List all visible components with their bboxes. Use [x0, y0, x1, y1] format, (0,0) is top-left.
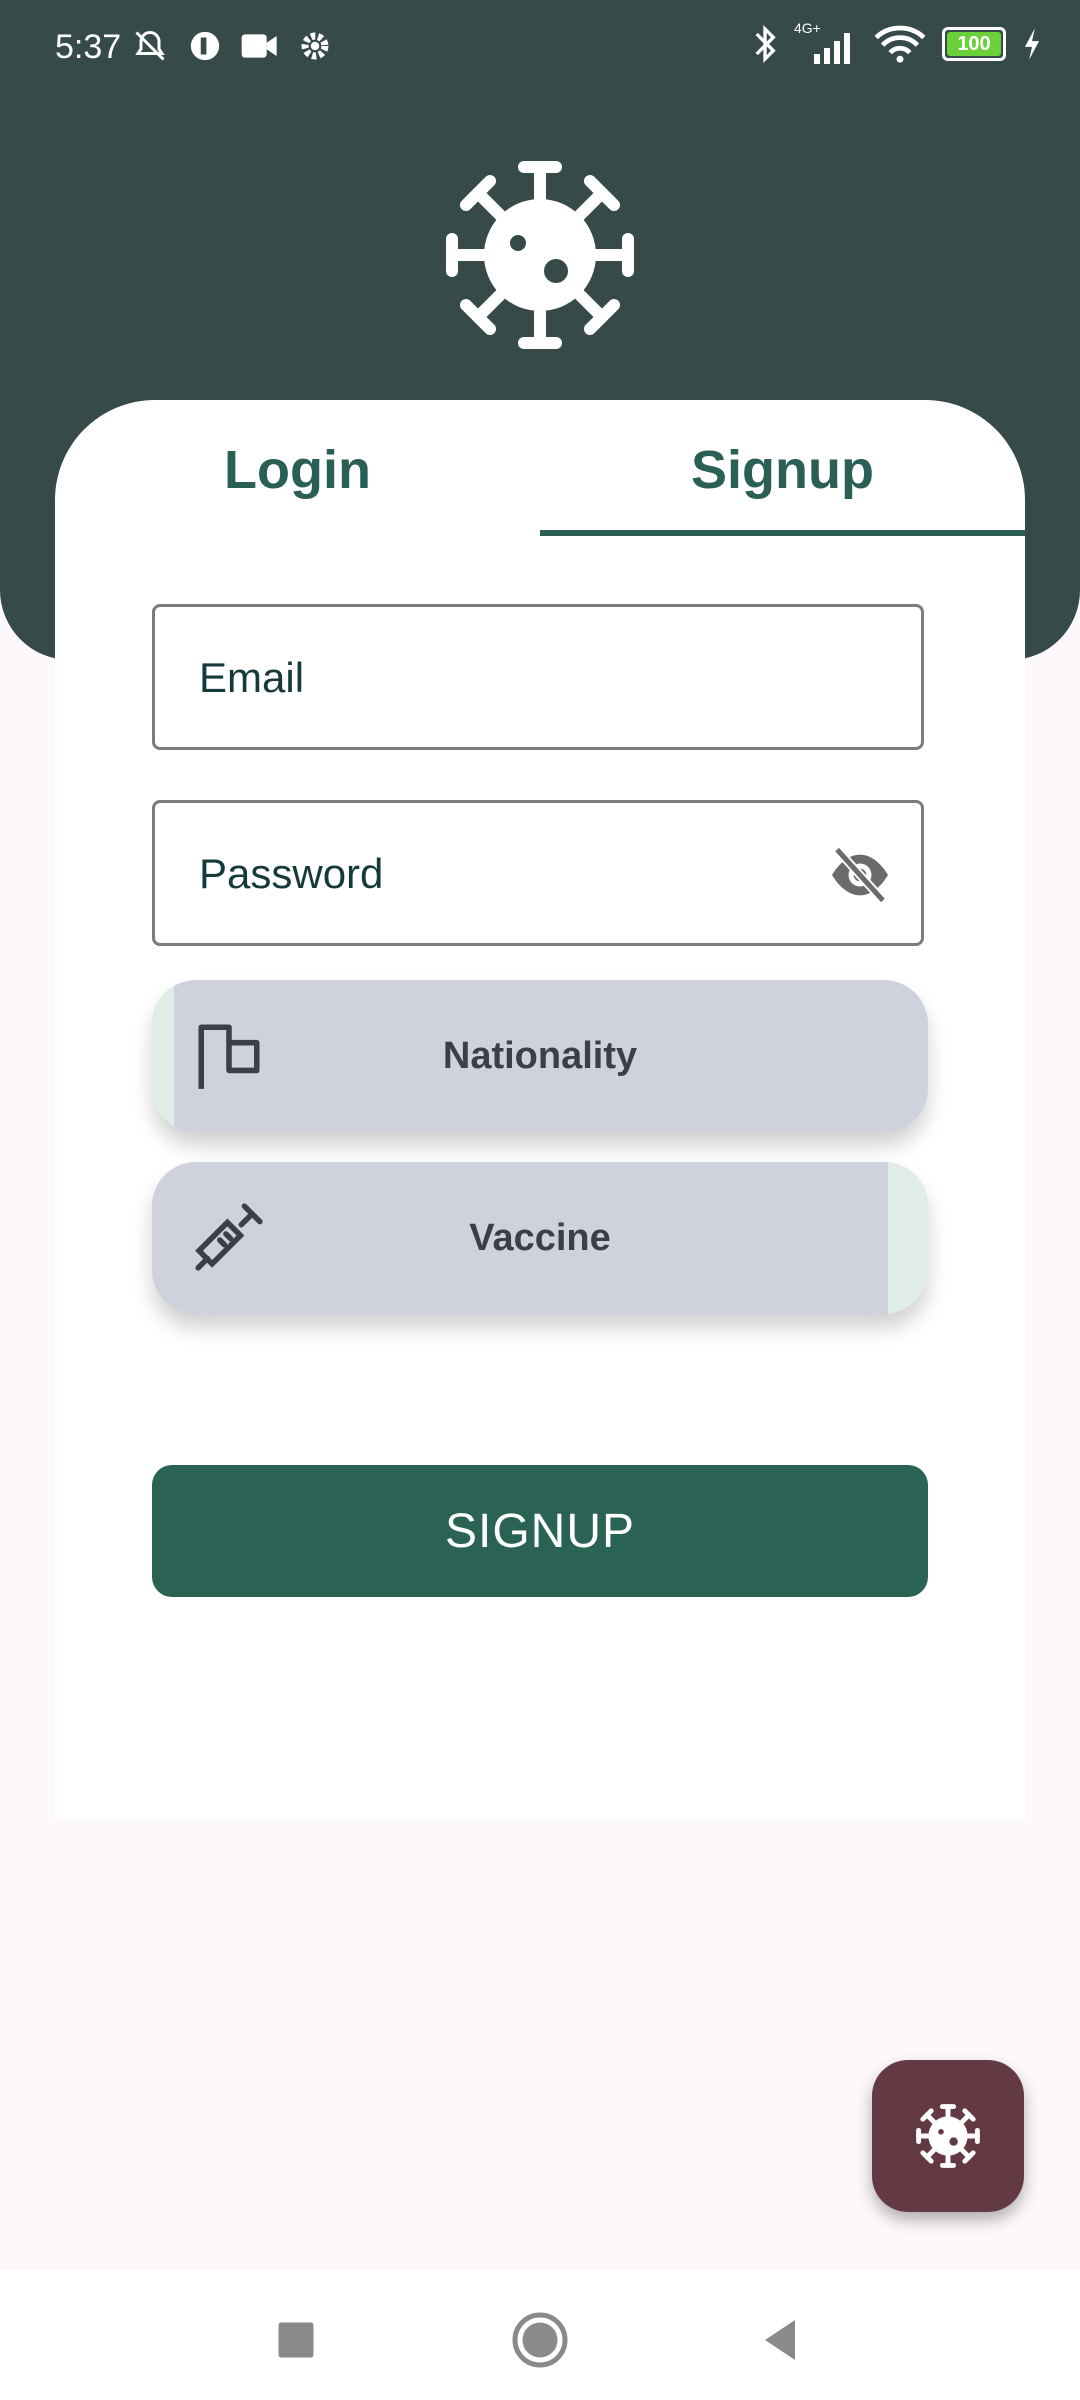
vaccine-label: Vaccine: [469, 1216, 611, 1259]
mute-icon: [135, 30, 165, 61]
auth-card: Login Signup Nationality: [55, 400, 1025, 1820]
battery-indicator: 100: [942, 27, 1006, 61]
status-right-icons: 4G+ 100: [752, 20, 1042, 64]
password-input[interactable]: [197, 803, 821, 945]
floating-action-button[interactable]: [872, 2060, 1024, 2212]
nationality-button[interactable]: Nationality: [152, 980, 928, 1132]
email-field[interactable]: [152, 604, 924, 750]
signup-button[interactable]: SIGNUP: [152, 1465, 928, 1597]
vaccine-button[interactable]: Vaccine: [152, 1162, 928, 1314]
tab-indicator: [540, 530, 1025, 536]
password-field[interactable]: [152, 800, 924, 946]
tab-signup[interactable]: Signup: [540, 400, 1025, 540]
charging-icon: [1024, 28, 1040, 60]
signal-icon: [814, 33, 850, 64]
email-input[interactable]: [197, 607, 821, 749]
back-icon[interactable]: [750, 2310, 810, 2370]
virus-logo-icon: [446, 161, 634, 349]
bluetooth-icon: [755, 24, 776, 64]
battery-level: 100: [957, 32, 991, 55]
status-left-icons: [130, 28, 332, 64]
nationality-label: Nationality: [442, 1034, 638, 1077]
status-time: 5:37: [55, 28, 122, 66]
virus-icon: [916, 2104, 980, 2168]
settings-icon: [301, 32, 329, 60]
recents-icon[interactable]: [266, 2310, 326, 2370]
navigation-bar: [0, 2270, 1080, 2400]
wifi-icon: [874, 25, 926, 63]
signal-group: 4G+: [794, 20, 858, 64]
home-icon[interactable]: [510, 2310, 570, 2370]
tab-login[interactable]: Login: [55, 400, 540, 540]
app-icon: [190, 31, 220, 61]
auth-tabs: Login Signup: [55, 400, 1025, 540]
status-bar: 5:37 4G+ 100: [0, 0, 1080, 100]
eye-off-icon[interactable]: [829, 847, 891, 903]
video-icon: [241, 34, 277, 58]
